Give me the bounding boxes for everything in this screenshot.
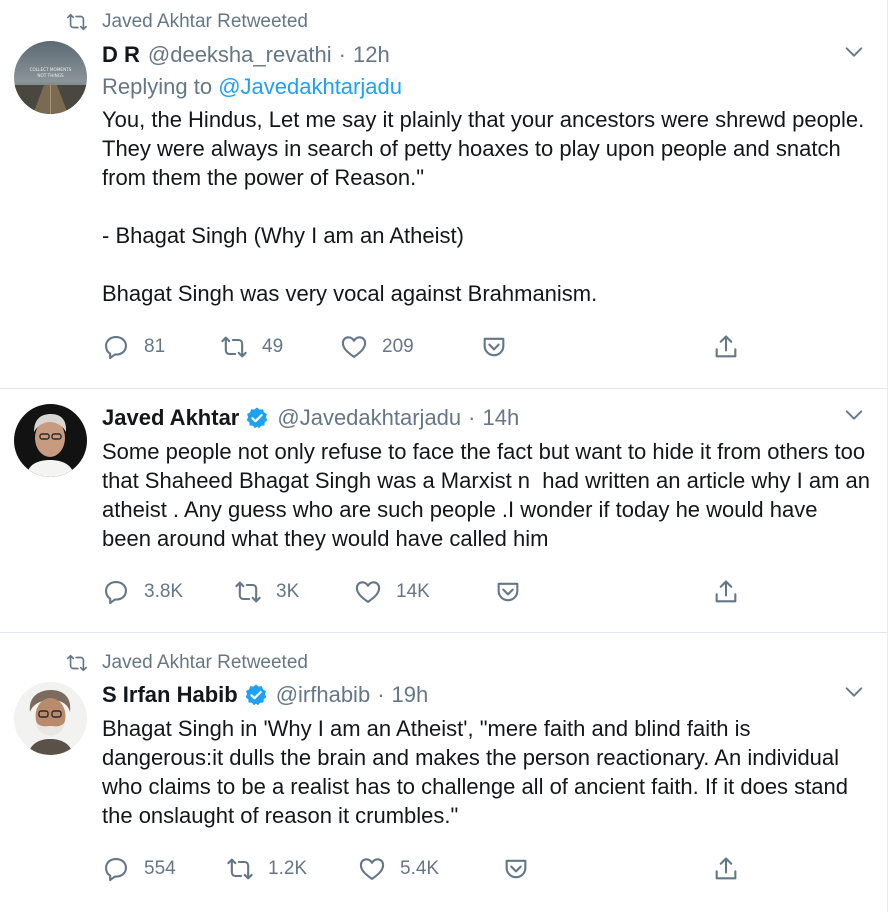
retweet-icon bbox=[67, 654, 87, 672]
tweet-text: You, the Hindus, Let me say it plainly t… bbox=[102, 107, 865, 306]
heart-icon bbox=[355, 581, 381, 603]
retweet-count: 3K bbox=[276, 581, 300, 602]
replying-to-link[interactable]: @Javedakhtarjadu bbox=[218, 74, 402, 99]
like-count: 14K bbox=[396, 581, 430, 602]
heart-icon bbox=[359, 858, 385, 880]
retweet-count: 1.2K bbox=[268, 858, 308, 879]
tweet-actions: 554 1.2K 5.4K bbox=[102, 855, 862, 885]
replying-to-label: Replying to bbox=[102, 74, 219, 99]
reply-icon bbox=[105, 336, 127, 360]
save-button[interactable] bbox=[502, 855, 530, 888]
tweet-actions: 3.8K 3K 14K bbox=[102, 578, 862, 608]
tweet-header: Javed Akhtar @Javedakhtarjadu · 14h bbox=[102, 405, 519, 431]
reply-count: 554 bbox=[144, 858, 176, 879]
author-name[interactable]: D R bbox=[102, 42, 140, 68]
tweet-text: Bhagat Singh in 'Why I am an Atheist', "… bbox=[102, 716, 855, 828]
tweet-text: Some people not only refuse to face the … bbox=[102, 439, 877, 551]
svg-text:NOT THINGS: NOT THINGS bbox=[37, 73, 64, 78]
retweet-count: 49 bbox=[262, 336, 284, 357]
retweet-button[interactable]: 49 bbox=[220, 333, 283, 361]
reply-icon bbox=[105, 858, 127, 882]
svg-text:COLLECT MOMENTS: COLLECT MOMENTS bbox=[30, 67, 72, 72]
save-button[interactable] bbox=[494, 578, 522, 611]
author-handle[interactable]: @deeksha_revathi bbox=[148, 42, 332, 68]
avatar[interactable] bbox=[14, 682, 87, 755]
reply-count: 3.8K bbox=[144, 581, 184, 602]
tweet-header: S Irfan Habib @irfhabib · 19h bbox=[102, 682, 428, 708]
share-icon bbox=[715, 580, 737, 603]
like-button[interactable]: 14K bbox=[354, 578, 430, 606]
replying-to: Replying to @Javedakhtarjadu bbox=[102, 74, 402, 100]
pocket-save-icon bbox=[505, 859, 527, 879]
retweet-context: Javed Akhtar Retweeted bbox=[66, 11, 308, 33]
share-icon bbox=[715, 335, 737, 358]
chevron-down-icon[interactable] bbox=[843, 41, 865, 63]
retweet-label: Javed Akhtar Retweeted bbox=[102, 11, 308, 32]
like-button[interactable]: 5.4K bbox=[358, 855, 439, 883]
retweet-context: Javed Akhtar Retweeted bbox=[66, 652, 308, 674]
like-button[interactable]: 209 bbox=[340, 333, 414, 361]
retweet-button[interactable]: 1.2K bbox=[226, 855, 307, 883]
verified-badge-icon bbox=[246, 407, 268, 429]
tweet-time[interactable]: 19h bbox=[392, 682, 429, 708]
retweet-label: Javed Akhtar Retweeted bbox=[102, 652, 308, 673]
author-name[interactable]: S Irfan Habib bbox=[102, 682, 238, 708]
tweet-actions: 81 49 209 bbox=[102, 333, 862, 363]
pocket-save-icon bbox=[497, 582, 519, 602]
reply-count: 81 bbox=[144, 336, 166, 357]
tweet-header: D R @deeksha_revathi · 12h bbox=[102, 42, 390, 68]
share-button[interactable] bbox=[712, 333, 740, 366]
separator-dot: · bbox=[338, 42, 346, 67]
tweet-time[interactable]: 14h bbox=[482, 405, 519, 431]
save-button[interactable] bbox=[480, 333, 508, 366]
like-count: 209 bbox=[382, 336, 414, 357]
tweet[interactable]: Javed Akhtar Retweeted S Irfan Habib @ir… bbox=[0, 633, 888, 912]
reply-button[interactable]: 3.8K bbox=[102, 578, 183, 606]
author-handle[interactable]: @irfhabib bbox=[276, 682, 371, 708]
retweet-icon bbox=[235, 581, 261, 603]
reply-icon bbox=[105, 581, 127, 605]
tweet[interactable]: Javed Akhtar @Javedakhtarjadu · 14h Some… bbox=[0, 389, 888, 632]
pocket-save-icon bbox=[483, 337, 505, 357]
share-button[interactable] bbox=[712, 578, 740, 611]
avatar[interactable] bbox=[14, 404, 87, 477]
author-handle[interactable]: @Javedakhtarjadu bbox=[277, 405, 461, 431]
chevron-down-icon[interactable] bbox=[843, 681, 865, 703]
tweet-time[interactable]: 12h bbox=[353, 42, 390, 68]
share-button[interactable] bbox=[712, 855, 740, 888]
avatar[interactable]: COLLECT MOMENTS NOT THINGS bbox=[14, 41, 87, 114]
heart-icon bbox=[341, 336, 367, 358]
chevron-down-icon[interactable] bbox=[843, 404, 865, 426]
like-count: 5.4K bbox=[400, 858, 440, 879]
tweet[interactable]: Javed Akhtar Retweeted COLLECT MOMENTS N… bbox=[0, 0, 888, 388]
retweet-icon bbox=[221, 336, 247, 358]
reply-button[interactable]: 81 bbox=[102, 333, 165, 361]
retweet-button[interactable]: 3K bbox=[234, 578, 299, 606]
reply-button[interactable]: 554 bbox=[102, 855, 176, 883]
author-name[interactable]: Javed Akhtar bbox=[102, 405, 239, 431]
separator-dot: · bbox=[468, 405, 476, 430]
share-icon bbox=[715, 857, 737, 880]
verified-badge-icon bbox=[245, 684, 267, 706]
separator-dot: · bbox=[377, 682, 385, 707]
retweet-icon bbox=[67, 13, 87, 31]
retweet-icon bbox=[227, 858, 253, 880]
